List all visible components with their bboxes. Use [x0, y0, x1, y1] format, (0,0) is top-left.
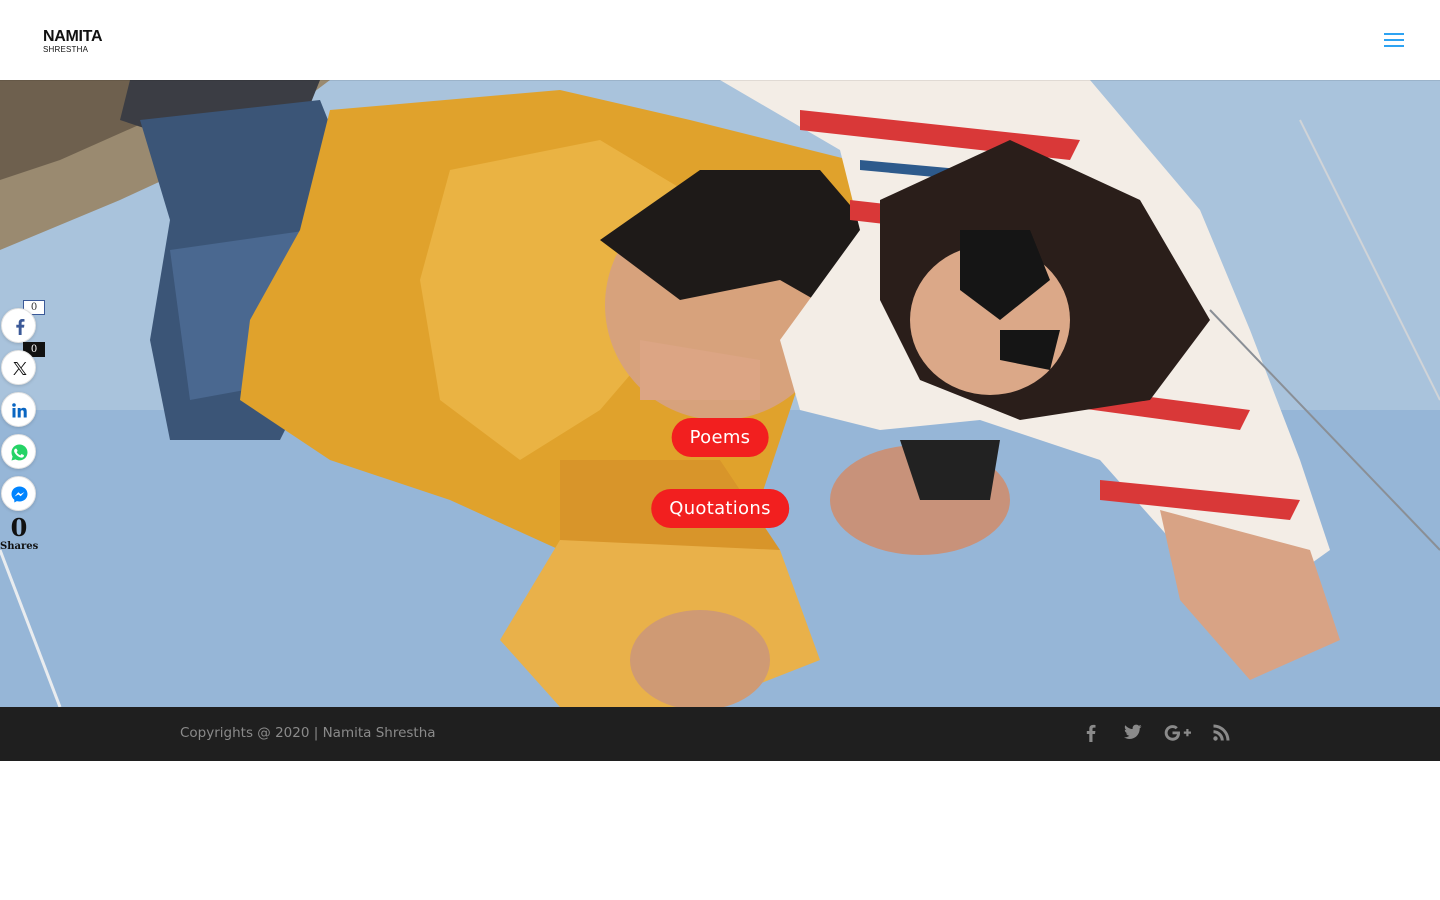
footer-google-plus-link[interactable]: [1164, 724, 1192, 744]
facebook-icon: [16, 319, 25, 335]
linkedin-share-button[interactable]: [1, 392, 36, 427]
site-footer: Copyrights @ 2020 | Namita Shrestha: [0, 707, 1440, 761]
twitter-icon: [1124, 724, 1142, 739]
total-shares: 0 Shares: [0, 515, 38, 553]
facebook-share-button[interactable]: [1, 308, 36, 343]
poems-button[interactable]: Poems: [671, 418, 769, 457]
total-shares-count: 0: [10, 513, 28, 542]
site-logo[interactable]: NAMITA SHRESTHA: [43, 28, 103, 54]
hero-buttons: Poems Quotations: [0, 80, 1440, 707]
logo-main-text: NAMITA: [43, 28, 103, 45]
x-icon: [13, 362, 27, 375]
hamburger-menu-icon[interactable]: [1384, 32, 1404, 48]
site-header: NAMITA SHRESTHA: [0, 0, 1440, 80]
logo-sub-text: SHRESTHA: [43, 45, 89, 54]
rss-icon: [1213, 724, 1230, 741]
x-share-button[interactable]: [1, 350, 36, 385]
footer-twitter-link[interactable]: [1124, 724, 1142, 744]
hero-section: Poems Quotations: [0, 80, 1440, 707]
facebook-icon: [1086, 724, 1096, 742]
messenger-share-button[interactable]: [1, 476, 36, 511]
total-shares-label: Shares: [0, 541, 39, 552]
linkedin-icon: [12, 403, 27, 418]
footer-rss-link[interactable]: [1213, 724, 1230, 744]
whatsapp-share-button[interactable]: [1, 434, 36, 469]
copyright-text: Copyrights @ 2020 | Namita Shrestha: [180, 725, 436, 741]
footer-facebook-link[interactable]: [1086, 724, 1096, 744]
messenger-icon: [11, 486, 28, 503]
quotations-button[interactable]: Quotations: [651, 489, 789, 528]
google-plus-icon: [1164, 725, 1191, 741]
hamburger-line: [1384, 45, 1404, 47]
hamburger-line: [1384, 33, 1404, 35]
whatsapp-icon: [11, 444, 28, 461]
hamburger-line: [1384, 39, 1404, 41]
